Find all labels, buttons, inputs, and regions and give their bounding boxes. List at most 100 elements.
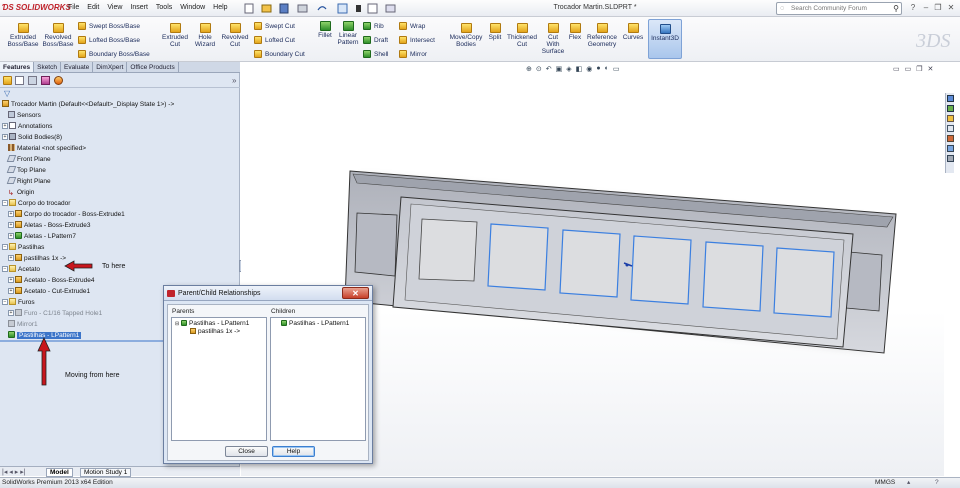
help-button[interactable]: Help [272, 446, 315, 457]
tree-item-acetato-boss-extrude4[interactable]: + Acetato - Boss-Extrude4 [8, 276, 94, 286]
lofted-boss-button[interactable]: Lofted Boss/Base [78, 36, 140, 44]
split-button[interactable]: Split [485, 23, 505, 41]
filter-row[interactable]: ▽ [2, 89, 238, 99]
mirror-button[interactable]: Mirror [399, 50, 427, 58]
dimxpert-manager-icon[interactable] [41, 76, 50, 85]
expand-icon[interactable]: + [8, 310, 14, 316]
revolved-boss-button[interactable]: Revolved Boss/Base [41, 23, 75, 48]
quick-access-toolbar[interactable] [244, 3, 414, 14]
tree-item-sensors[interactable]: Sensors [8, 111, 41, 121]
expand-icon[interactable]: + [8, 222, 14, 228]
help-icon[interactable]: ? [908, 3, 918, 13]
expand-panel-icon[interactable]: » [232, 76, 236, 85]
search-input[interactable] [777, 3, 877, 14]
dialog-title-bar[interactable]: Parent/Child Relationships [164, 286, 372, 301]
rebuild-indicator-icon[interactable]: ▴ [907, 478, 910, 488]
tree-folder-corpo[interactable]: − Corpo do trocador [2, 199, 70, 209]
expand-icon[interactable]: + [8, 288, 14, 294]
search-box[interactable]: ◌ ⚲ [776, 2, 902, 15]
menu-tools[interactable]: Tools [156, 4, 172, 11]
close-button[interactable]: Close [225, 446, 268, 457]
tab-evaluate[interactable]: Evaluate [61, 62, 94, 72]
tab-features[interactable]: Features [0, 62, 35, 72]
menu-help[interactable]: Help [213, 4, 227, 11]
hole-wizard-button[interactable]: Hole Wizard [190, 23, 220, 48]
rib-button[interactable]: Rib [363, 22, 384, 30]
extruded-cut-button[interactable]: Extruded Cut [158, 23, 192, 48]
tree-item-front-plane[interactable]: Front Plane [6, 155, 51, 165]
pastilha-pad-1[interactable] [418, 218, 478, 282]
expand-icon[interactable]: + [8, 211, 14, 217]
right-end-block[interactable] [845, 251, 883, 312]
pastilha-pad-6[interactable] [773, 247, 835, 318]
wrap-button[interactable]: Wrap [399, 22, 425, 30]
tab-office-products[interactable]: Office Products [127, 62, 179, 72]
swept-boss-button[interactable]: Swept Boss/Base [78, 22, 140, 30]
collapse-icon[interactable]: − [2, 244, 8, 250]
expand-icon[interactable]: + [8, 255, 14, 261]
tree-folder-furos[interactable]: − Furos [2, 298, 35, 308]
tree-item-aletas-lpattern7[interactable]: + Aletas - LPattern7 [8, 232, 76, 242]
solidworks-forum-icon[interactable] [947, 155, 954, 162]
collapse-icon[interactable]: ⊟ [175, 321, 179, 327]
view-palette-icon[interactable] [947, 125, 954, 132]
minimize-icon[interactable]: – [921, 3, 931, 13]
tree-root[interactable]: Trocador Martin (Default<<Default>_Displ… [2, 100, 174, 110]
cut-with-surface-button[interactable]: Cut With Surface [539, 23, 567, 55]
dialog-close-icon[interactable]: ✕ [342, 287, 369, 299]
collapse-icon[interactable]: − [2, 266, 8, 272]
thickened-cut-button[interactable]: Thickened Cut [505, 23, 539, 48]
pastilha-pad-4[interactable] [630, 235, 692, 305]
tree-item-aletas-boss-extrude3[interactable]: + Aletas - Boss-Extrude3 [8, 221, 90, 231]
boundary-boss-button[interactable]: Boundary Boss/Base [78, 50, 150, 58]
revolved-cut-button[interactable]: Revolved Cut [218, 23, 252, 48]
left-end-block[interactable] [354, 212, 398, 277]
collapse-icon[interactable]: − [2, 299, 8, 305]
instant3d-button[interactable]: Instant3D [648, 19, 682, 59]
pastilha-pad-2[interactable] [487, 223, 549, 291]
tree-item-furo-tapped-hole1[interactable]: + Furo - C1/16 Tapped Hole1 [8, 309, 102, 319]
draft-button[interactable]: Draft [363, 36, 388, 44]
tab-sketch[interactable]: Sketch [34, 62, 61, 72]
configuration-manager-icon[interactable] [28, 76, 37, 85]
list-item[interactable]: ⊟ Pastilhas - LPattern1 [175, 320, 249, 328]
tab-motion-study-1[interactable]: Motion Study 1 [80, 468, 132, 477]
tree-item-corpo-boss-extrude1[interactable]: + Corpo do trocador - Boss-Extrude1 [8, 210, 125, 220]
tree-item-mirror1[interactable]: Mirror1 [8, 320, 38, 330]
expand-icon[interactable]: + [8, 233, 14, 239]
tree-folder-acetato[interactable]: − Acetato [2, 265, 40, 275]
menu-file[interactable]: File [68, 4, 79, 11]
menu-window[interactable]: Window [180, 4, 205, 11]
appearances-icon[interactable] [947, 135, 954, 142]
shell-button[interactable]: Shell [363, 50, 388, 58]
nav-first-icon[interactable]: |◂ ◂ ▸ ▸| [2, 468, 26, 476]
custom-properties-icon[interactable] [947, 145, 954, 152]
move-copy-bodies-button[interactable]: Move/Copy Bodies [446, 23, 486, 48]
tree-item-acetato-cut-extrude1[interactable]: + Acetato - Cut-Extrude1 [8, 287, 90, 297]
tree-item-material[interactable]: Material <not specified> [8, 144, 86, 154]
extruded-boss-button[interactable]: Extruded Boss/Base [4, 23, 42, 48]
list-item[interactable]: Pastilhas - LPattern1 [281, 320, 349, 328]
feature-tree-icon[interactable] [3, 76, 12, 85]
file-explorer-icon[interactable] [947, 115, 954, 122]
search-icon[interactable]: ⚲ [893, 4, 899, 13]
tree-item-right-plane[interactable]: Right Plane [6, 177, 51, 187]
solidworks-logo[interactable]: ƊS SOLIDWORKS [2, 3, 71, 12]
menu-edit[interactable]: Edit [87, 4, 99, 11]
design-library-icon[interactable] [947, 105, 954, 112]
reference-geometry-button[interactable]: Reference Geometry [583, 23, 621, 48]
tree-folder-pastilhas[interactable]: − Pastilhas [2, 243, 44, 253]
intersect-button[interactable]: Intersect [399, 36, 435, 44]
flex-button[interactable]: Flex [566, 23, 584, 41]
tree-item-top-plane[interactable]: Top Plane [6, 166, 46, 176]
curves-button[interactable]: Curves [620, 23, 646, 41]
swept-cut-button[interactable]: Swept Cut [254, 22, 295, 30]
menu-view[interactable]: View [107, 4, 122, 11]
children-list[interactable]: Pastilhas - LPattern1 [270, 317, 366, 441]
display-manager-icon[interactable] [54, 76, 63, 85]
pastilha-pad-5[interactable] [702, 241, 764, 312]
tab-dimxpert[interactable]: DimXpert [93, 62, 128, 72]
help-status-icon[interactable]: ? [935, 478, 939, 488]
collapse-icon[interactable]: − [2, 200, 8, 206]
resources-icon[interactable] [947, 95, 954, 102]
